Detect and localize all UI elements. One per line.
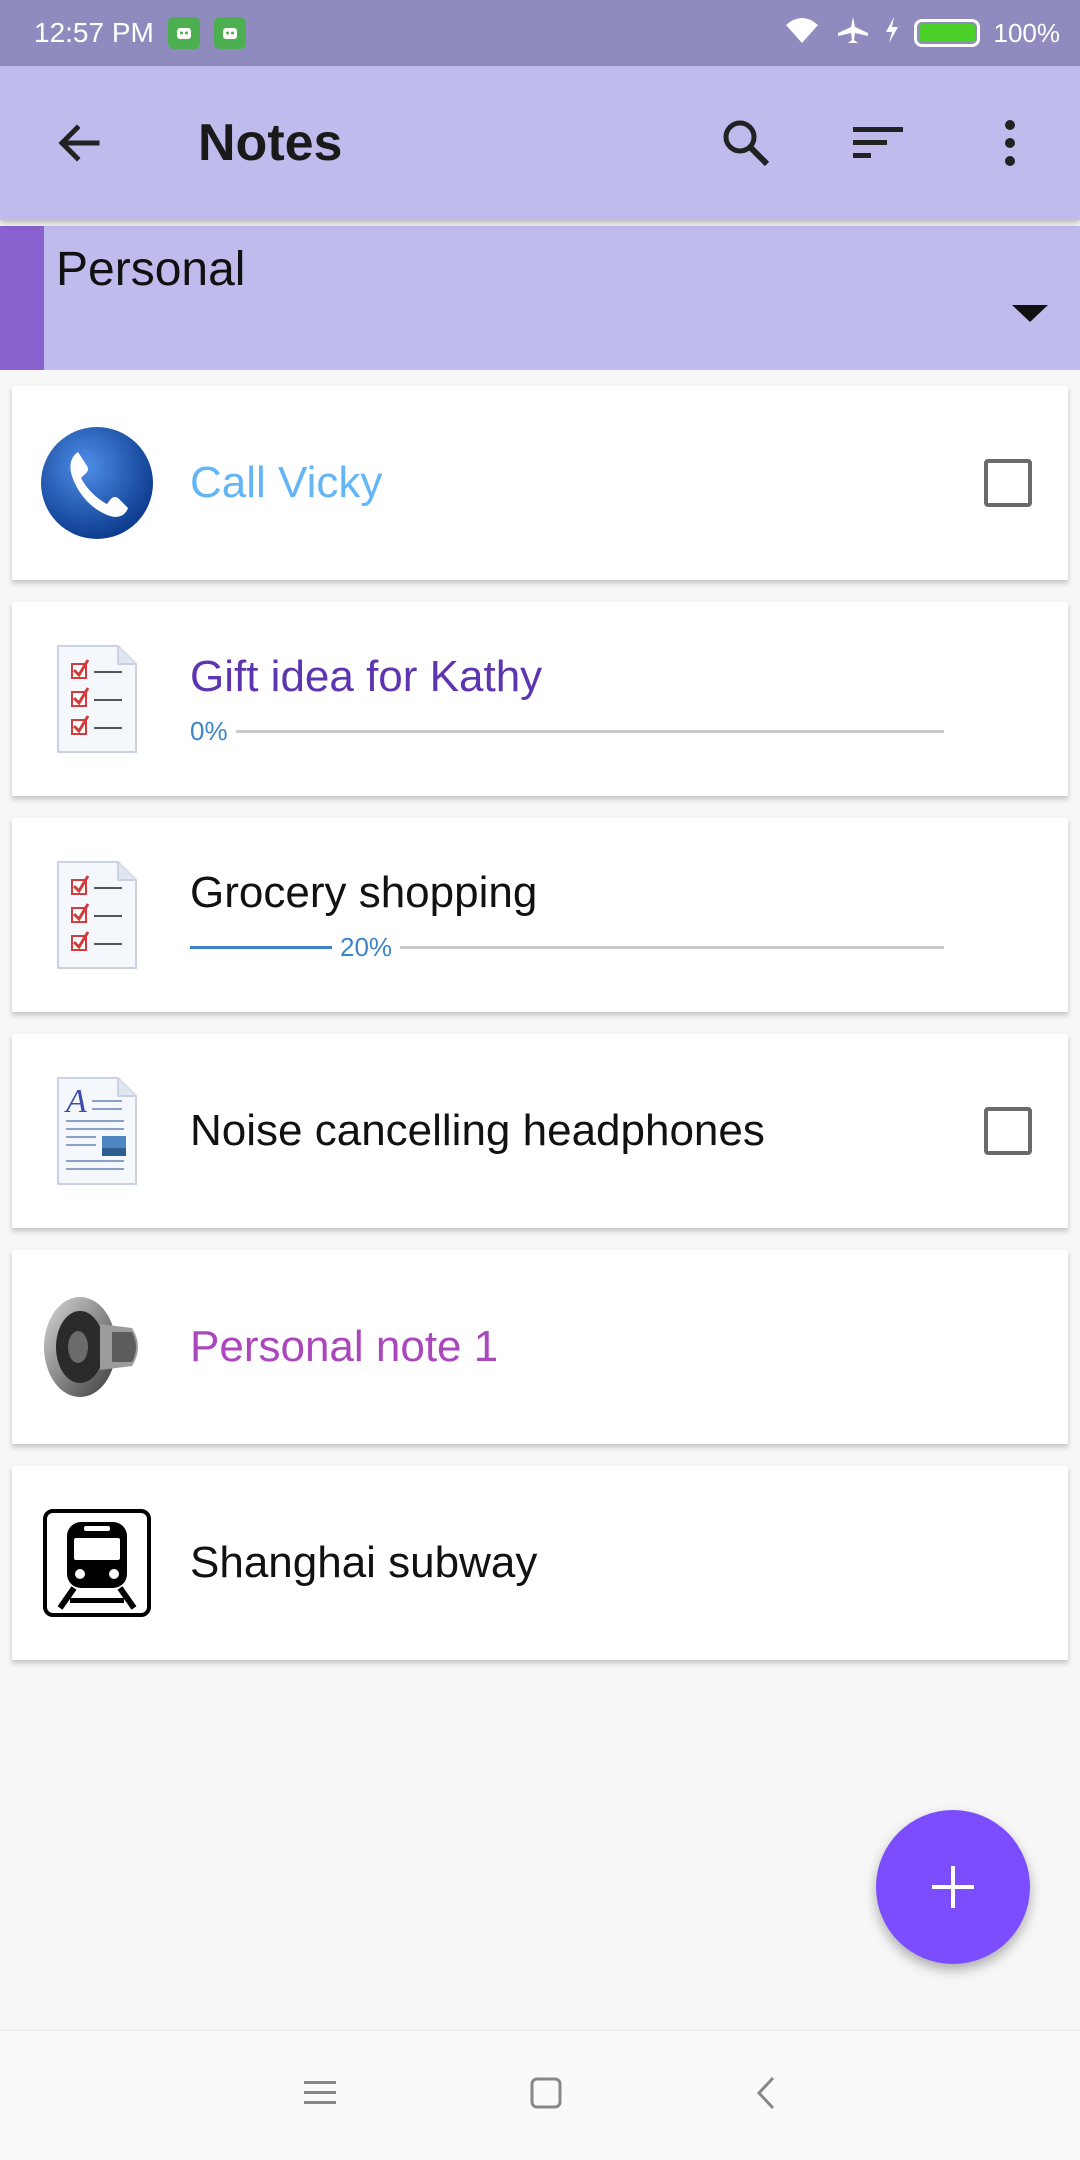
progress-percent: 20% xyxy=(340,931,393,962)
note-checkbox[interactable] xyxy=(984,1107,1032,1155)
progress-track xyxy=(400,945,944,949)
note-body: Grocery shopping 20% xyxy=(190,868,1068,963)
note-title: Grocery shopping xyxy=(190,867,538,917)
note-body: Call Vicky xyxy=(190,458,1068,508)
home-button[interactable] xyxy=(528,2075,564,2116)
list-item[interactable]: Shanghai subway xyxy=(12,1466,1068,1660)
back-icon xyxy=(58,124,100,162)
progress-bar: 0% xyxy=(190,716,944,747)
back-button[interactable] xyxy=(30,95,126,191)
page-title: Notes xyxy=(198,114,343,172)
speaker-icon xyxy=(40,1290,154,1404)
note-title: Gift idea for Kathy xyxy=(190,651,543,701)
train-icon xyxy=(40,1506,154,1620)
list-item[interactable]: Grocery shopping 20% xyxy=(12,818,1068,1012)
app-bar: Notes xyxy=(0,66,1080,220)
status-left: 12:57 PM xyxy=(34,17,246,49)
search-button[interactable] xyxy=(698,95,794,191)
phone-icon xyxy=(40,426,154,540)
note-checkbox[interactable] xyxy=(984,459,1032,507)
list-item[interactable]: Gift idea for Kathy 0% xyxy=(12,602,1068,796)
app-notification-icon xyxy=(213,17,246,49)
progress-percent: 0% xyxy=(190,715,228,746)
list-item[interactable]: Personal note 1 xyxy=(12,1250,1068,1444)
note-title: Shanghai subway xyxy=(190,1538,538,1587)
folder-dropdown-button[interactable] xyxy=(980,256,1080,370)
sort-button[interactable] xyxy=(830,95,926,191)
battery-level: 100% xyxy=(993,17,1061,48)
folder-label: Personal xyxy=(56,243,246,296)
back-nav-icon xyxy=(756,2076,775,2110)
more-options-button[interactable] xyxy=(962,95,1058,191)
plus-icon xyxy=(932,1866,974,1908)
status-time: 12:57 PM xyxy=(34,17,154,48)
add-note-button[interactable] xyxy=(876,1810,1030,1964)
more-vert-icon xyxy=(1005,120,1015,166)
menu-button[interactable] xyxy=(302,2078,338,2113)
progress-track xyxy=(235,729,944,733)
note-list: Call Vicky Gift idea for Kathy 0% Grocer… xyxy=(12,386,1068,1682)
note-title: Noise cancelling headphones xyxy=(190,1106,765,1155)
folder-selector[interactable]: Personal xyxy=(0,226,1080,370)
note-body: Gift idea for Kathy 0% xyxy=(190,652,1068,747)
home-icon xyxy=(530,2077,562,2109)
app-notification-icon xyxy=(167,17,200,49)
note-title: Personal note 1 xyxy=(190,1322,499,1371)
status-bar: 12:57 PM 100% xyxy=(0,0,1080,66)
airplane-icon xyxy=(836,15,870,52)
dropdown-arrow-icon xyxy=(1012,305,1048,322)
system-nav-bar xyxy=(0,2030,1080,2160)
back-nav-button[interactable] xyxy=(754,2075,778,2116)
note-body: Shanghai subway xyxy=(190,1538,1068,1588)
note-body: Noise cancelling headphones xyxy=(190,1106,1068,1156)
list-item[interactable]: A Noise cancelling headphones xyxy=(12,1034,1068,1228)
note-title: Call Vicky xyxy=(190,458,383,507)
document-icon: A xyxy=(40,1074,154,1188)
progress-bar: 20% xyxy=(190,932,944,963)
progress-fill xyxy=(190,945,332,949)
search-icon xyxy=(723,120,770,167)
checklist-icon xyxy=(40,858,154,972)
checklist-icon xyxy=(40,642,154,756)
wifi-icon xyxy=(782,15,822,52)
folder-color-accent xyxy=(0,226,44,370)
charging-icon xyxy=(884,15,900,52)
list-item[interactable]: Call Vicky xyxy=(12,386,1068,580)
battery-icon xyxy=(913,19,980,47)
sort-icon xyxy=(853,127,903,158)
svg-text:A: A xyxy=(64,1083,87,1120)
note-body: Personal note 1 xyxy=(190,1322,1068,1372)
app-bar-actions xyxy=(698,95,1058,191)
menu-icon xyxy=(304,2081,336,2104)
status-right: 100% xyxy=(782,15,1061,52)
